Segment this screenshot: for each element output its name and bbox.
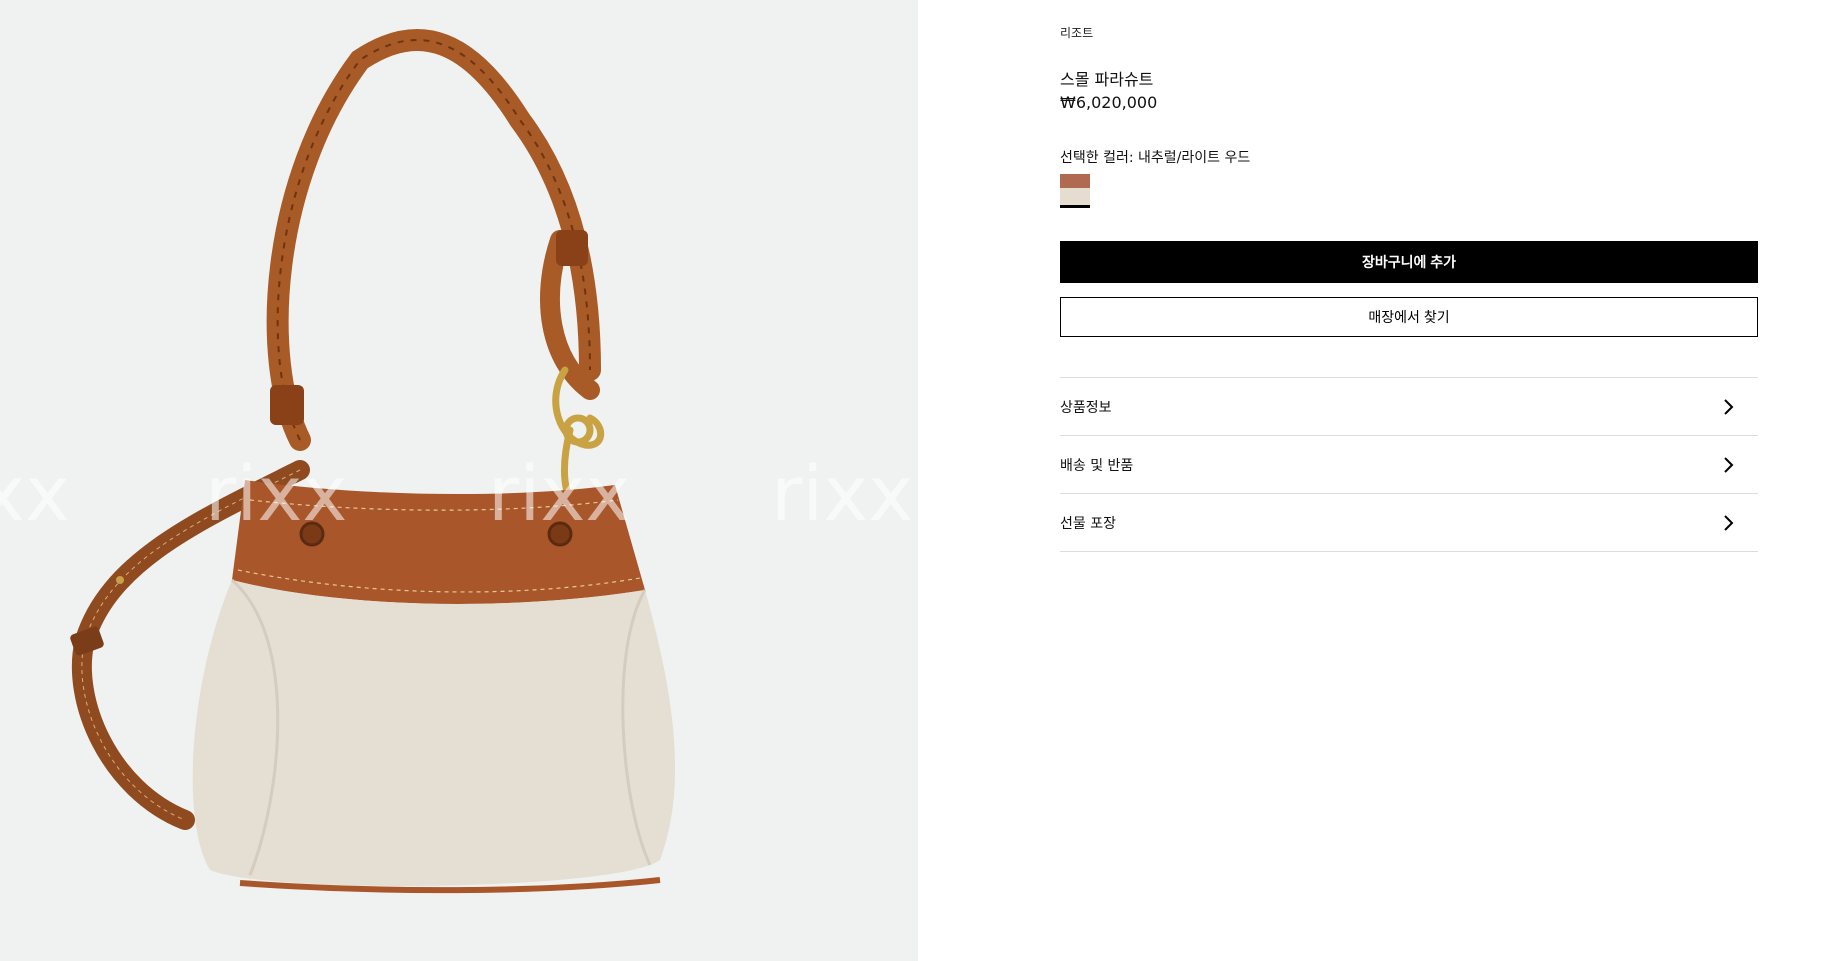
swatch-top-half bbox=[1060, 174, 1090, 188]
product-image-gallery[interactable]: xx rixx rixx rixx bbox=[0, 0, 918, 961]
watermark-text-3: rixx bbox=[488, 449, 630, 538]
accordion-item-label: 선물 포장 bbox=[1060, 515, 1116, 532]
watermark-text-2: rixx bbox=[205, 449, 347, 538]
accordion-item-label: 상품정보 bbox=[1060, 399, 1112, 416]
chevron-right-icon bbox=[1724, 456, 1734, 473]
product-title: 스몰 파라슈트 bbox=[1060, 70, 1154, 89]
accordion-item-shipping-returns[interactable]: 배송 및 반품 bbox=[1060, 436, 1758, 494]
chevron-right-icon bbox=[1724, 514, 1734, 531]
selected-color-label: 선택한 컬러: 내추럴/라이트 우드 bbox=[1060, 150, 1251, 166]
product-image[interactable]: xx rixx rixx rixx bbox=[0, 0, 918, 961]
product-category[interactable]: 리조트 bbox=[1060, 24, 1093, 41]
add-to-cart-button[interactable]: 장바구니에 추가 bbox=[1060, 241, 1758, 283]
watermark-text-4: rixx bbox=[771, 449, 913, 538]
product-price: ₩6,020,000 bbox=[1060, 93, 1158, 112]
swatch-selected-indicator bbox=[1060, 205, 1090, 208]
accordion-item-product-info[interactable]: 상품정보 bbox=[1060, 378, 1758, 436]
accordion-item-gift-wrapping[interactable]: 선물 포장 bbox=[1060, 494, 1758, 552]
accordion-item-label: 배송 및 반품 bbox=[1060, 457, 1134, 474]
color-swatch-selected[interactable] bbox=[1060, 174, 1090, 208]
swatch-bottom-half bbox=[1060, 188, 1090, 205]
watermark-text-1: xx bbox=[0, 449, 70, 538]
chevron-right-icon bbox=[1724, 398, 1734, 415]
find-in-store-button[interactable]: 매장에서 찾기 bbox=[1060, 297, 1758, 337]
product-info-accordion: 상품정보 배송 및 반품 선물 포장 bbox=[1060, 377, 1758, 552]
